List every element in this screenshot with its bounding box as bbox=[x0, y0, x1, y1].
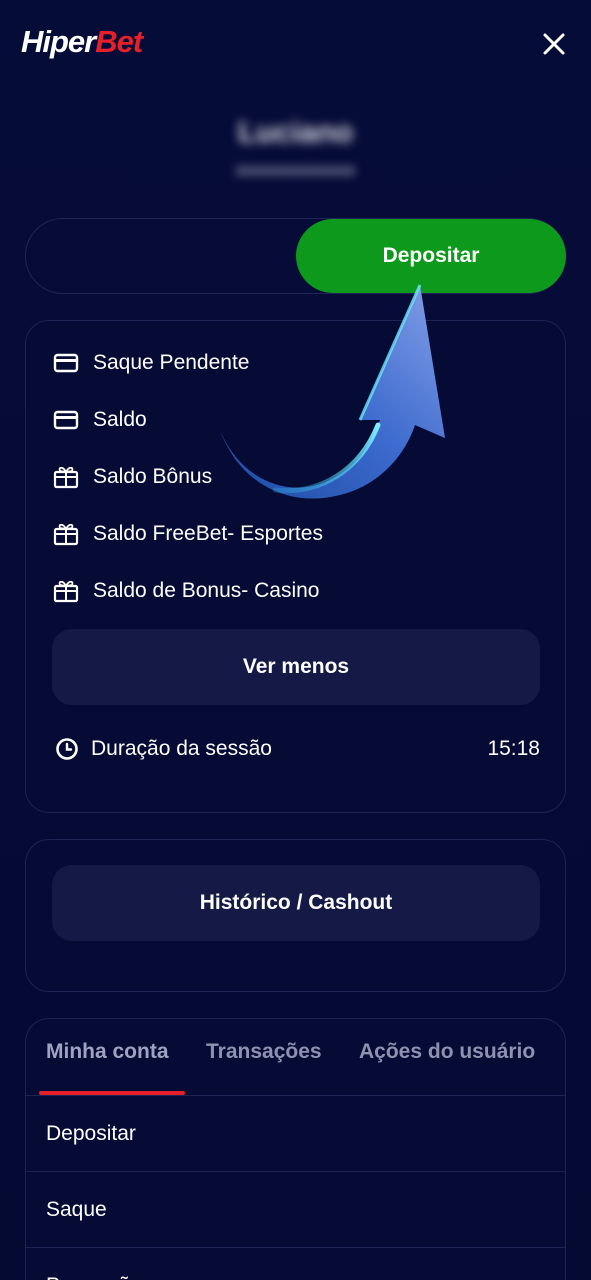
balance-item-saldo: Saldo bbox=[52, 400, 147, 440]
user-id: ●●●●●●●●●●● bbox=[235, 160, 356, 180]
balance-label: Saque Pendente bbox=[93, 351, 250, 374]
close-icon bbox=[543, 33, 565, 55]
menu-item-promocoes[interactable]: Promoções bbox=[26, 1248, 565, 1280]
gift-icon bbox=[52, 463, 80, 491]
gift-icon bbox=[52, 520, 80, 548]
menu-item-depositar[interactable]: Depositar bbox=[26, 1096, 565, 1172]
balance-label: Saldo bbox=[93, 408, 147, 431]
close-button[interactable] bbox=[538, 28, 570, 60]
session-value: 15:18 bbox=[487, 737, 540, 760]
balance-label: Saldo Bônus bbox=[93, 465, 213, 488]
tab-transacoes[interactable]: Transações bbox=[206, 1040, 322, 1076]
balance-item-bonus-casino: Saldo de Bonus- Casino bbox=[52, 571, 319, 611]
card-icon bbox=[52, 406, 80, 434]
balance-label: Saldo FreeBet- Esportes bbox=[93, 522, 323, 545]
deposit-button[interactable]: Depositar bbox=[296, 219, 566, 293]
user-name: Luciano bbox=[237, 116, 353, 149]
balance-label: Saldo de Bonus- Casino bbox=[93, 579, 320, 602]
balance-item-freebet-esportes: Saldo FreeBet- Esportes bbox=[52, 514, 323, 554]
gift-icon bbox=[52, 577, 80, 605]
history-cashout-button[interactable]: Histórico / Cashout bbox=[52, 865, 540, 941]
balance-item-saldo-bonus: Saldo Bônus bbox=[52, 457, 212, 497]
tab-minha-conta[interactable]: Minha conta bbox=[46, 1040, 169, 1076]
menu-item-saque[interactable]: Saque bbox=[26, 1172, 565, 1248]
clock-icon bbox=[54, 736, 80, 762]
tab-acoes-do-usuario[interactable]: Ações do usuário bbox=[359, 1040, 535, 1076]
logo-text-bet: Bet bbox=[95, 24, 143, 59]
ver-menos-button[interactable]: Ver menos bbox=[52, 629, 540, 705]
card-icon bbox=[52, 349, 80, 377]
session-label: Duração da sessão bbox=[91, 737, 272, 760]
session-duration-row: Duração da sessão 15:18 bbox=[54, 730, 540, 768]
logo-text-hiper: Hiper bbox=[21, 24, 96, 59]
account-menu-page: HiperBet Luciano ●●●●●●●●●●● Depositar S… bbox=[0, 0, 591, 1280]
balance-item-saque-pendente: Saque Pendente bbox=[52, 343, 249, 383]
hiperbet-logo: HiperBet bbox=[21, 24, 143, 60]
header: HiperBet bbox=[0, 0, 591, 90]
